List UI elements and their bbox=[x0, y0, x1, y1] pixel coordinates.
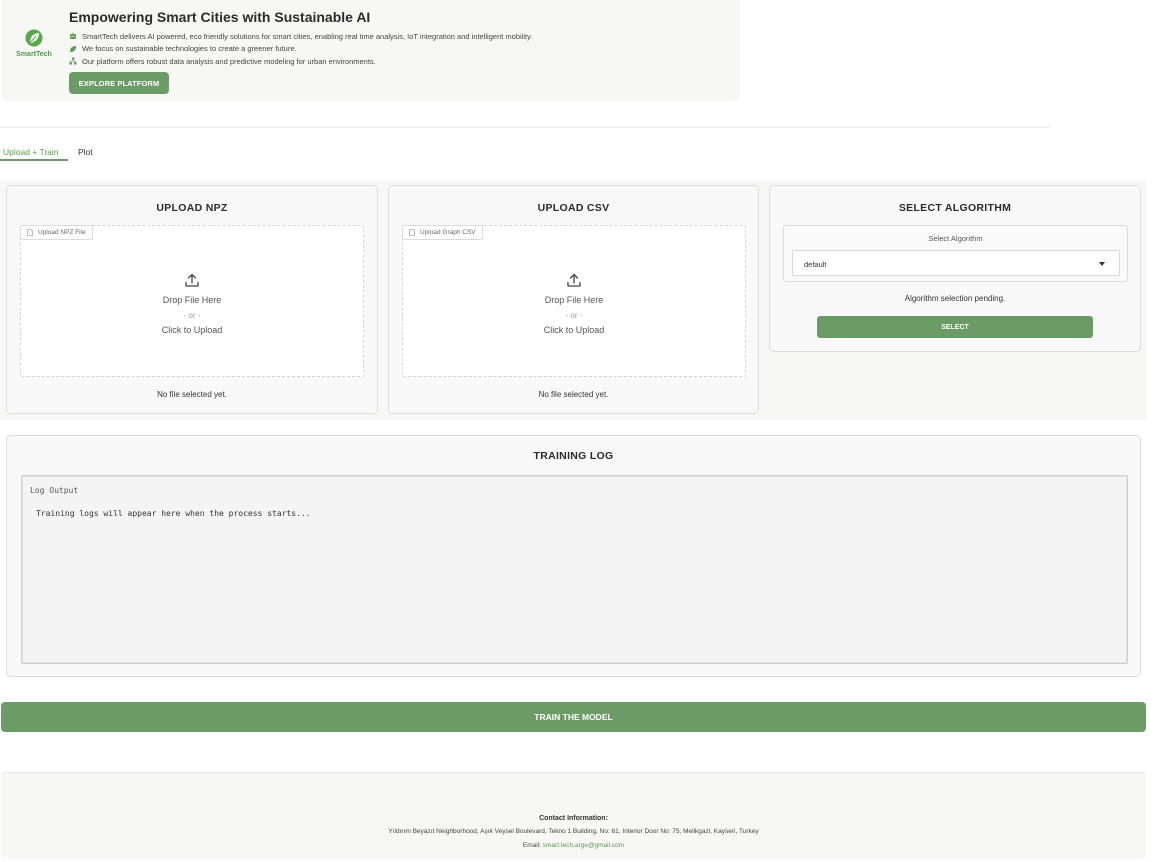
upload-csv-title: UPLOAD CSV bbox=[537, 202, 610, 214]
tab-upload-train[interactable]: Upload + Train bbox=[0, 144, 68, 161]
brand-logo: SmartTech bbox=[16, 28, 52, 58]
hero-feature-text: Our platform offers robust data analysis… bbox=[82, 56, 376, 66]
training-log-card: TRAINING LOG Log Output Training logs wi… bbox=[6, 435, 1141, 677]
npz-dropzone[interactable]: Upload NPZ File Drop File Here - or - Cl… bbox=[20, 225, 364, 377]
leaf-icon bbox=[70, 45, 76, 52]
file-icon bbox=[409, 229, 415, 236]
csv-dropzone[interactable]: Upload Graph CSV Drop File Here - or - C… bbox=[402, 225, 746, 377]
select-algorithm-button[interactable]: SELECT bbox=[817, 316, 1093, 338]
train-model-button[interactable]: TRAIN THE MODEL bbox=[1, 702, 1146, 732]
robot-icon bbox=[70, 32, 76, 40]
csv-field-label-text: Upload Graph CSV bbox=[420, 229, 476, 236]
drop-file-text: Drop File Here bbox=[162, 295, 222, 305]
upload-icon bbox=[567, 273, 581, 287]
upload-npz-title: UPLOAD NPZ bbox=[156, 202, 228, 214]
footer: Contact Information: Yıldırım Beyazıt Ne… bbox=[1, 772, 1146, 859]
contact-heading: Contact Information: bbox=[539, 815, 608, 822]
explore-platform-button[interactable]: EXPLORE PLATFORM bbox=[69, 72, 169, 94]
algorithm-dropdown[interactable]: default bbox=[792, 250, 1120, 276]
csv-status: No file selected yet. bbox=[538, 390, 609, 399]
npz-field-label: Upload NPZ File bbox=[20, 225, 93, 240]
csv-field-label: Upload Graph CSV bbox=[402, 225, 483, 240]
npz-drop-prompt: Drop File Here - or - Click to Upload bbox=[21, 272, 363, 338]
network-icon bbox=[69, 57, 77, 65]
leaf-logo-icon bbox=[25, 29, 43, 47]
logo-text: SmartTech bbox=[16, 51, 52, 58]
contact-address: Yıldırım Beyazıt Neighborhood, Aşık Veys… bbox=[388, 828, 759, 835]
tab-plot[interactable]: Plot bbox=[68, 144, 96, 161]
log-output-label: Log Output bbox=[30, 486, 79, 495]
algorithm-dropdown-group: Select Algorithm default bbox=[783, 225, 1128, 282]
chevron-down-icon bbox=[1099, 262, 1105, 266]
npz-status: No file selected yet. bbox=[157, 390, 227, 399]
hero-feature-text: We focus on sustainable technologies to … bbox=[82, 44, 297, 54]
algorithm-selected-value: default bbox=[804, 260, 827, 269]
select-algorithm-title: SELECT ALGORITHM bbox=[898, 202, 1012, 214]
drop-file-text: Drop File Here bbox=[544, 295, 604, 305]
contact-email-line: Email: smart.tech.arge@gmail.com bbox=[1, 842, 1146, 849]
npz-field-label-text: Upload NPZ File bbox=[38, 229, 86, 236]
section-divider bbox=[0, 127, 1050, 128]
training-log-title: TRAINING LOG bbox=[533, 450, 614, 462]
select-algorithm-card: SELECT ALGORITHM Select Algorithm defaul… bbox=[769, 185, 1141, 352]
hero-feature-list: SmartTech delivers AI powered, eco frien… bbox=[69, 30, 532, 68]
upload-csv-card: UPLOAD CSV Upload Graph CSV Drop File He… bbox=[388, 185, 759, 414]
upload-npz-card: UPLOAD NPZ Upload NPZ File Drop File Her… bbox=[6, 185, 378, 414]
csv-drop-prompt: Drop File Here - or - Click to Upload bbox=[403, 272, 745, 338]
email-label: Email: bbox=[522, 842, 541, 849]
hero-feature-text: SmartTech delivers AI powered, eco frien… bbox=[82, 31, 533, 41]
or-text: - or - bbox=[565, 311, 583, 320]
hero-feature-item: SmartTech delivers AI powered, eco frien… bbox=[69, 30, 532, 43]
upload-icon bbox=[185, 273, 199, 287]
hero-feature-item: Our platform offers robust data analysis… bbox=[69, 55, 532, 68]
click-upload-text: Click to Upload bbox=[161, 325, 223, 335]
hero-banner: SmartTech Empowering Smart Cities with S… bbox=[2, 0, 740, 101]
click-upload-text: Click to Upload bbox=[543, 325, 605, 335]
algorithm-status: Algorithm selection pending. bbox=[904, 294, 1006, 303]
hero-feature-item: We focus on sustainable technologies to … bbox=[69, 43, 532, 56]
file-icon bbox=[27, 229, 33, 236]
hero-title: Empowering Smart Cities with Sustainable… bbox=[69, 9, 371, 25]
log-output-box[interactable]: Log Output Training logs will appear her… bbox=[21, 475, 1128, 664]
or-text: - or - bbox=[183, 311, 201, 320]
log-output-text: Training logs will appear here when the … bbox=[36, 509, 311, 518]
algorithm-dropdown-label: Select Algorithm bbox=[928, 234, 983, 243]
tab-bar: Upload + Train Plot bbox=[0, 144, 96, 162]
email-link[interactable]: smart.tech.arge@gmail.com bbox=[543, 842, 624, 849]
